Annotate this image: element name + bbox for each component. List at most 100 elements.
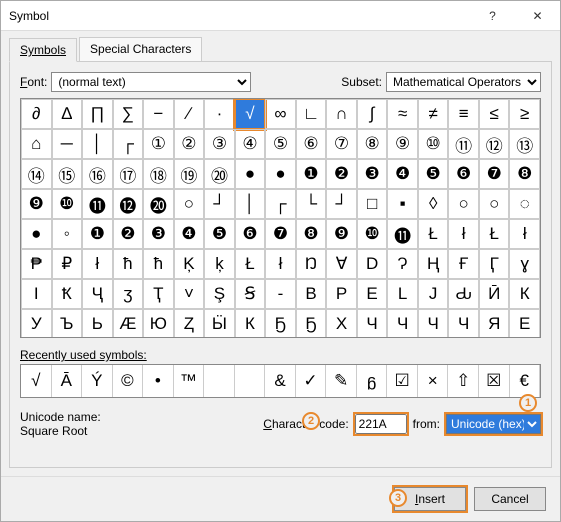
- symbol-cell[interactable]: ○: [174, 189, 205, 219]
- symbol-cell[interactable]: ӡ: [113, 279, 144, 309]
- symbol-cell[interactable]: Ч: [448, 309, 479, 338]
- symbol-cell[interactable]: ∆: [52, 99, 83, 129]
- recent-symbol-cell[interactable]: €: [510, 365, 541, 397]
- symbol-cell[interactable]: ł: [448, 219, 479, 249]
- symbol-cell[interactable]: ≥: [509, 99, 540, 129]
- symbol-cell[interactable]: Ⱨ: [418, 249, 449, 279]
- symbol-cell[interactable]: Ӣ: [479, 279, 510, 309]
- symbol-cell[interactable]: ○: [479, 189, 510, 219]
- symbol-cell[interactable]: ⓫: [387, 219, 418, 249]
- symbol-cell[interactable]: ◌: [509, 189, 540, 219]
- symbol-cell[interactable]: ł: [82, 249, 113, 279]
- symbol-cell[interactable]: ⑱: [143, 159, 174, 189]
- symbol-cell[interactable]: ◊: [418, 189, 449, 219]
- symbol-cell[interactable]: ∂: [21, 99, 52, 129]
- symbol-cell[interactable]: P: [326, 279, 357, 309]
- symbol-cell[interactable]: ┌: [113, 129, 144, 159]
- symbol-cell[interactable]: ┘: [204, 189, 235, 219]
- recent-symbol-cell[interactable]: ⇧: [448, 365, 479, 397]
- symbol-cell[interactable]: ❿: [52, 189, 83, 219]
- symbol-cell[interactable]: ⓬: [113, 189, 144, 219]
- symbol-cell[interactable]: ❼: [479, 159, 510, 189]
- recent-symbol-cell[interactable]: ✓: [296, 365, 327, 397]
- recent-symbol-cell[interactable]: ☒: [479, 365, 510, 397]
- symbol-cell[interactable]: ⑩: [418, 129, 449, 159]
- symbol-cell[interactable]: ≈: [387, 99, 418, 129]
- symbol-cell[interactable]: ⑥: [296, 129, 327, 159]
- symbol-cell[interactable]: ≡: [448, 99, 479, 129]
- symbol-cell[interactable]: Ӕ: [113, 309, 144, 338]
- symbol-cell[interactable]: L: [387, 279, 418, 309]
- symbol-cell[interactable]: ₱: [21, 249, 52, 279]
- symbol-cell[interactable]: ❺: [204, 219, 235, 249]
- symbol-cell[interactable]: ⑫: [479, 129, 510, 159]
- symbol-cell[interactable]: ❿: [357, 219, 388, 249]
- symbol-cell[interactable]: ①: [143, 129, 174, 159]
- symbol-cell[interactable]: ≤: [479, 99, 510, 129]
- symbol-cell[interactable]: Ԃ: [448, 279, 479, 309]
- from-select[interactable]: Unicode (hex): [446, 414, 541, 434]
- symbol-cell[interactable]: │: [82, 129, 113, 159]
- symbol-cell[interactable]: ħ: [143, 249, 174, 279]
- symbol-cell[interactable]: ⑬: [509, 129, 540, 159]
- symbol-cell[interactable]: ❽: [296, 219, 327, 249]
- symbol-cell[interactable]: Ч: [418, 309, 449, 338]
- symbol-cell[interactable]: ₽: [52, 249, 83, 279]
- symbol-cell[interactable]: ❾: [326, 219, 357, 249]
- symbol-cell[interactable]: ≠: [418, 99, 449, 129]
- symbol-cell[interactable]: ∩: [326, 99, 357, 129]
- symbol-cell[interactable]: ❼: [265, 219, 296, 249]
- symbol-cell[interactable]: Ӹ: [204, 309, 235, 338]
- symbol-cell[interactable]: Ş: [204, 279, 235, 309]
- symbol-cell[interactable]: Ҟ: [52, 279, 83, 309]
- recent-symbol-cell[interactable]: •: [143, 365, 174, 397]
- symbol-cell[interactable]: Ł: [479, 219, 510, 249]
- symbol-cell[interactable]: ┌: [265, 189, 296, 219]
- symbol-cell[interactable]: Ӏ: [21, 279, 52, 309]
- symbol-cell[interactable]: ⑰: [113, 159, 144, 189]
- tab-special-characters[interactable]: Special Characters: [79, 37, 202, 61]
- symbol-cell[interactable]: □: [357, 189, 388, 219]
- symbol-cell[interactable]: ❹: [174, 219, 205, 249]
- symbol-cell[interactable]: ∙: [204, 99, 235, 129]
- font-select[interactable]: (normal text): [51, 72, 251, 92]
- charcode-input[interactable]: [355, 414, 407, 434]
- symbol-cell[interactable]: ❾: [21, 189, 52, 219]
- symbol-cell[interactable]: ④: [235, 129, 266, 159]
- symbol-cell[interactable]: Ч: [387, 309, 418, 338]
- symbol-cell[interactable]: ⑪: [448, 129, 479, 159]
- symbol-cell[interactable]: Ⱬ: [174, 309, 205, 338]
- symbol-cell[interactable]: Ю: [143, 309, 174, 338]
- cancel-button[interactable]: Cancel: [474, 487, 546, 511]
- recent-symbol-cell[interactable]: [204, 365, 235, 397]
- symbol-cell[interactable]: Ķ: [174, 249, 205, 279]
- symbol-cell[interactable]: ⓫: [82, 189, 113, 219]
- close-button[interactable]: ✕: [515, 1, 560, 31]
- symbol-cell[interactable]: Ҕ: [296, 309, 327, 338]
- symbol-cell[interactable]: ●: [235, 159, 266, 189]
- symbol-cell[interactable]: Я: [479, 309, 510, 338]
- symbol-cell[interactable]: ł: [509, 219, 540, 249]
- symbol-cell[interactable]: B: [296, 279, 327, 309]
- symbol-cell[interactable]: Ł: [418, 219, 449, 249]
- symbol-cell[interactable]: ②: [174, 129, 205, 159]
- symbol-cell[interactable]: ❸: [357, 159, 388, 189]
- symbol-cell[interactable]: Ҕ: [265, 309, 296, 338]
- symbol-cell[interactable]: J: [418, 279, 449, 309]
- symbol-cell[interactable]: ❻: [235, 219, 266, 249]
- recent-symbol-cell[interactable]: Ý: [82, 365, 113, 397]
- symbol-cell[interactable]: У: [21, 309, 52, 338]
- recent-symbol-cell[interactable]: ✎: [326, 365, 357, 397]
- symbol-cell[interactable]: ∑: [113, 99, 144, 129]
- symbol-cell[interactable]: ▪: [387, 189, 418, 219]
- symbol-cell[interactable]: ❹: [387, 159, 418, 189]
- symbol-cell[interactable]: Ҭ: [143, 279, 174, 309]
- symbol-cell[interactable]: D: [357, 249, 388, 279]
- symbol-cell[interactable]: ❺: [418, 159, 449, 189]
- symbol-cell[interactable]: Ŋ: [296, 249, 327, 279]
- symbol-cell[interactable]: ⑧: [357, 129, 388, 159]
- symbol-cell[interactable]: │: [235, 189, 266, 219]
- symbol-cell[interactable]: √: [235, 99, 266, 129]
- symbol-cell[interactable]: Ғ: [448, 249, 479, 279]
- symbol-cell[interactable]: Ҷ: [82, 279, 113, 309]
